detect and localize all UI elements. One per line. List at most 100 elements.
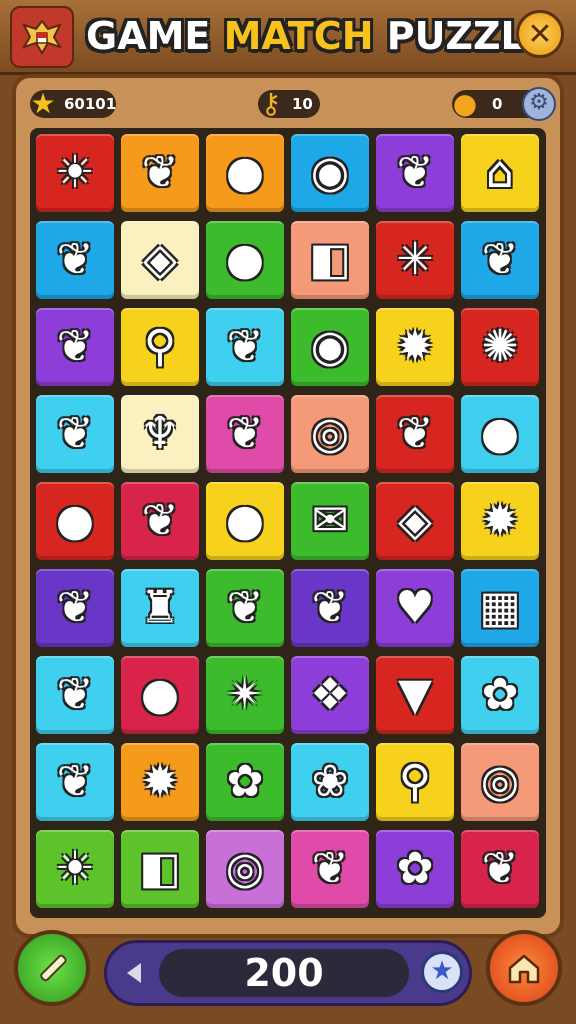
hint-button[interactable] — [14, 930, 90, 1006]
sun-icon: ✹ — [481, 495, 519, 546]
tile-r2-c4[interactable]: ◧ — [291, 221, 369, 299]
spoon-icon: ● — [480, 408, 520, 459]
tile-r8-c5[interactable]: ⚲ — [376, 743, 454, 821]
tile-r7-c1[interactable]: ❦ — [36, 656, 114, 734]
tile-r2-c1[interactable]: ❦ — [36, 221, 114, 299]
box-icon: ◧ — [139, 843, 181, 894]
keys-value: 10 — [292, 95, 313, 113]
tile-r6-c2[interactable]: ♜ — [121, 569, 199, 647]
sun-icon: ☀ — [55, 843, 95, 894]
tile-r3-c2[interactable]: ⚲ — [121, 308, 199, 386]
coins-value: 0 — [492, 95, 503, 113]
leaf-icon: ❦ — [56, 234, 94, 285]
heart-icon: ♥ — [395, 582, 435, 633]
tile-r3-c6[interactable]: ✺ — [461, 308, 539, 386]
tile-r5-c2[interactable]: ❦ — [121, 482, 199, 560]
title-part-2: MATCH — [223, 14, 374, 58]
tile-r9-c2[interactable]: ◧ — [121, 830, 199, 908]
tile-r2-c3[interactable]: ● — [206, 221, 284, 299]
tile-r7-c5[interactable]: ▼ — [376, 656, 454, 734]
sun-icon: ✹ — [141, 756, 179, 807]
tile-r1-c6[interactable]: ⌂ — [461, 134, 539, 212]
tile-r6-c3[interactable]: ❦ — [206, 569, 284, 647]
tile-r8-c3[interactable]: ✿ — [206, 743, 284, 821]
tile-r5-c3[interactable]: ● — [206, 482, 284, 560]
tile-r8-c2[interactable]: ✹ — [121, 743, 199, 821]
tile-r4-c3[interactable]: ❦ — [206, 395, 284, 473]
star-badge-icon[interactable]: ★ — [421, 951, 463, 993]
home-button[interactable] — [486, 930, 562, 1006]
tile-r6-c6[interactable]: ▦ — [461, 569, 539, 647]
tile-r9-c5[interactable]: ✿ — [376, 830, 454, 908]
envelope-icon: ✉ — [311, 495, 349, 546]
tile-r8-c1[interactable]: ❦ — [36, 743, 114, 821]
tile-board: ☀ ❦ ● ◉ ❦ ⌂ ❦ ◈ ● ◧ ✳ ❦ ❦ ⚲ ❦ ◉ ✹ ✺ ❦ ♆ ❦ ◎ ❦ ● ● ❦ ● ✉ ◈ ✹ ❦ ♜ ❦ ❦ ♥ ▦ ❦ ● ✴ ❖… — [30, 128, 546, 918]
lantern-icon: ◉ — [310, 147, 350, 198]
tile-r5-c6[interactable]: ✹ — [461, 482, 539, 560]
tile-r4-c4[interactable]: ◎ — [291, 395, 369, 473]
spiral-icon: ◎ — [225, 843, 265, 894]
garuda-icon: ♆ — [140, 408, 180, 459]
score-value: 200 — [159, 949, 409, 997]
leaf-icon: ❦ — [141, 147, 179, 198]
leaf-icon: ❦ — [56, 669, 94, 720]
stars-value: 60101 — [64, 95, 117, 113]
spiral-icon: ◎ — [310, 408, 350, 459]
back-arrow-icon[interactable] — [121, 959, 149, 987]
tile-r4-c2[interactable]: ♆ — [121, 395, 199, 473]
tile-r4-c6[interactable]: ● — [461, 395, 539, 473]
orb-icon: ● — [225, 234, 265, 285]
coin-icon: ● — [452, 86, 478, 120]
settings-gear-icon[interactable]: ⚙ — [522, 87, 556, 121]
gear-icon: ✹ — [396, 321, 434, 372]
tile-r4-c1[interactable]: ❦ — [36, 395, 114, 473]
tile-r5-c4[interactable]: ✉ — [291, 482, 369, 560]
tile-r3-c5[interactable]: ✹ — [376, 308, 454, 386]
box-icon: ◈ — [398, 495, 432, 546]
tile-r1-c3[interactable]: ● — [206, 134, 284, 212]
tile-r5-c1[interactable]: ● — [36, 482, 114, 560]
bone-icon: ❖ — [310, 669, 350, 720]
tile-r6-c4[interactable]: ❦ — [291, 569, 369, 647]
close-icon: ✕ — [527, 16, 553, 52]
pencil-icon — [40, 954, 67, 982]
tile-r6-c1[interactable]: ❦ — [36, 569, 114, 647]
shop-icon: ▦ — [479, 582, 521, 633]
key-icon: ⚲ — [143, 321, 177, 372]
flower-icon: ✿ — [226, 756, 264, 807]
tile-r7-c2[interactable]: ● — [121, 656, 199, 734]
tile-r9-c6[interactable]: ❦ — [461, 830, 539, 908]
score-panel: 200 ★ — [104, 940, 472, 1006]
tile-r9-c1[interactable]: ☀ — [36, 830, 114, 908]
tile-r6-c5[interactable]: ♥ — [376, 569, 454, 647]
tile-r9-c4[interactable]: ❦ — [291, 830, 369, 908]
tile-r1-c1[interactable]: ☀ — [36, 134, 114, 212]
tile-r5-c5[interactable]: ◈ — [376, 482, 454, 560]
tile-r2-c2[interactable]: ◈ — [121, 221, 199, 299]
ring-icon: ◎ — [480, 756, 520, 807]
tile-r3-c3[interactable]: ❦ — [206, 308, 284, 386]
tile-r8-c4[interactable]: ❀ — [291, 743, 369, 821]
tile-r1-c4[interactable]: ◉ — [291, 134, 369, 212]
tile-r3-c1[interactable]: ❦ — [36, 308, 114, 386]
tile-r3-c4[interactable]: ◉ — [291, 308, 369, 386]
leaf-icon: ❦ — [226, 582, 264, 633]
tile-r7-c4[interactable]: ❖ — [291, 656, 369, 734]
leaf-icon: ❦ — [56, 321, 94, 372]
tile-r2-c6[interactable]: ❦ — [461, 221, 539, 299]
tile-r2-c5[interactable]: ✳ — [376, 221, 454, 299]
tile-r4-c5[interactable]: ❦ — [376, 395, 454, 473]
lantern-icon: ◉ — [310, 321, 350, 372]
leaf-icon: ❦ — [311, 582, 349, 633]
tile-r9-c3[interactable]: ◎ — [206, 830, 284, 908]
tile-r7-c6[interactable]: ✿ — [461, 656, 539, 734]
page-title: GAME MATCH PUZZLA — [86, 8, 554, 64]
tile-r8-c6[interactable]: ◎ — [461, 743, 539, 821]
tile-r1-c2[interactable]: ❦ — [121, 134, 199, 212]
close-button[interactable]: ✕ — [516, 10, 564, 58]
lollipop-icon: ● — [225, 147, 265, 198]
flower-icon: ❀ — [311, 756, 349, 807]
title-part-1: GAME — [86, 14, 224, 58]
tile-r1-c5[interactable]: ❦ — [376, 134, 454, 212]
tile-r7-c3[interactable]: ✴ — [206, 656, 284, 734]
